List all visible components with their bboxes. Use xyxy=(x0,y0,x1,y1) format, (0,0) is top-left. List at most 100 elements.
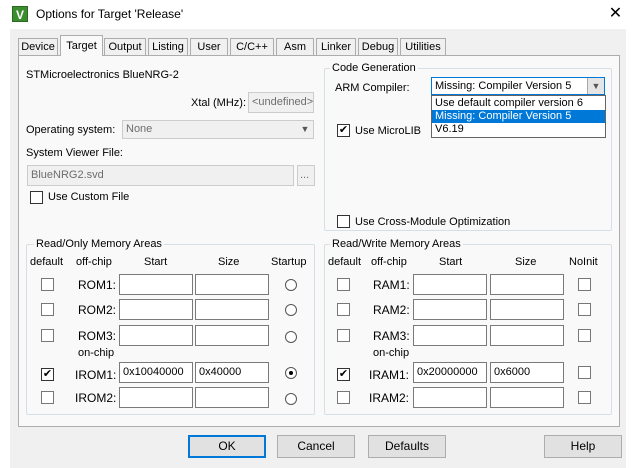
os-select[interactable]: None ▼ xyxy=(122,120,314,139)
ram3-label: RAM3: xyxy=(373,329,410,343)
rom3-size-field[interactable] xyxy=(195,325,269,346)
irom1-startup-radio[interactable] xyxy=(285,367,297,379)
rom-header-size: Size xyxy=(218,256,240,268)
rom3-start-field[interactable] xyxy=(119,325,193,346)
close-icon[interactable]: ✕ xyxy=(596,0,635,29)
defaults-button[interactable]: Defaults xyxy=(368,435,446,458)
ram2-label: RAM2: xyxy=(373,303,410,317)
iram1-default-checkbox[interactable]: ✔ xyxy=(337,368,350,381)
ram-header-default: default xyxy=(328,256,362,268)
ram1-start-field[interactable] xyxy=(413,274,487,295)
ram2-size-field[interactable] xyxy=(490,299,564,320)
dropdown-option-default-v6[interactable]: Use default compiler version 6 xyxy=(432,97,605,110)
rom1-size-field[interactable] xyxy=(195,274,269,295)
tab-target[interactable]: Target xyxy=(60,35,103,56)
background-editor-right xyxy=(626,29,635,468)
cross-module-label: Use Cross-Module Optimization xyxy=(355,216,511,228)
rom2-label: ROM2: xyxy=(78,303,117,317)
irom2-label: IROM2: xyxy=(75,391,117,405)
iram2-size-field[interactable] xyxy=(490,387,564,408)
iram2-start-field[interactable] xyxy=(413,387,487,408)
iram1-size-field[interactable]: 0x6000 xyxy=(490,362,564,383)
arm-compiler-value: Missing: Compiler Version 5 xyxy=(435,80,572,92)
ram2-noinit-checkbox[interactable] xyxy=(578,303,591,316)
irom1-default-checkbox[interactable]: ✔ xyxy=(41,368,54,381)
rom-onchip-label: on-chip xyxy=(78,347,115,359)
ram3-noinit-checkbox[interactable] xyxy=(578,329,591,342)
rom-header-offchip: off-chip xyxy=(76,256,112,268)
tab-output[interactable]: Output xyxy=(104,38,146,55)
rom2-startup-radio[interactable] xyxy=(285,304,297,316)
dropdown-option-missing-v5[interactable]: Missing: Compiler Version 5 xyxy=(432,110,605,123)
irom2-default-checkbox[interactable] xyxy=(41,391,54,404)
tab-device[interactable]: Device xyxy=(18,38,58,55)
cross-module-checkbox[interactable] xyxy=(337,215,350,228)
irom2-start-field[interactable] xyxy=(119,387,193,408)
ram2-start-field[interactable] xyxy=(413,299,487,320)
rom1-startup-radio[interactable] xyxy=(285,279,297,291)
chevron-down-icon: ▼ xyxy=(300,124,310,134)
background-editor-left xyxy=(0,29,10,468)
keil-uvision-icon: V xyxy=(12,6,28,22)
cancel-button[interactable]: Cancel xyxy=(277,435,355,458)
ram-header-start: Start xyxy=(439,256,463,268)
use-microlib-checkbox[interactable]: ✔ xyxy=(337,124,350,137)
use-custom-file-checkbox[interactable] xyxy=(30,191,43,204)
iram1-label: IRAM1: xyxy=(369,368,410,382)
arm-compiler-label: ARM Compiler: xyxy=(335,82,410,94)
ram3-start-field[interactable] xyxy=(413,325,487,346)
window-title: Options for Target 'Release' xyxy=(36,7,184,21)
help-button[interactable]: Help xyxy=(544,435,622,458)
ram-onchip-label: on-chip xyxy=(373,347,410,359)
xtal-label: Xtal (MHz): xyxy=(191,97,246,109)
ram1-noinit-checkbox[interactable] xyxy=(578,278,591,291)
ram3-size-field[interactable] xyxy=(490,325,564,346)
iram1-noinit-checkbox[interactable] xyxy=(578,366,591,379)
xtal-field[interactable]: <undefined> xyxy=(248,92,314,113)
ram2-default-checkbox[interactable] xyxy=(337,303,350,316)
dropdown-option-v6-19[interactable]: V6.19 xyxy=(432,123,605,136)
rom1-default-checkbox[interactable] xyxy=(41,278,54,291)
irom1-label: IROM1: xyxy=(75,368,117,382)
rom-header-start: Start xyxy=(144,256,168,268)
ram1-size-field[interactable] xyxy=(490,274,564,295)
irom2-size-field[interactable] xyxy=(195,387,269,408)
rom3-default-checkbox[interactable] xyxy=(41,329,54,342)
tab-asm[interactable]: Asm xyxy=(276,38,314,55)
rom1-start-field[interactable] xyxy=(119,274,193,295)
irom1-size-field[interactable]: 0x40000 xyxy=(195,362,269,383)
ram-header-noinit: NoInit xyxy=(569,256,598,268)
rom3-startup-radio[interactable] xyxy=(285,331,297,343)
tab-listing[interactable]: Listing xyxy=(148,38,188,55)
rom2-start-field[interactable] xyxy=(119,299,193,320)
rom3-label: ROM3: xyxy=(78,329,117,343)
rom2-size-field[interactable] xyxy=(195,299,269,320)
iram1-start-field[interactable]: 0x20000000 xyxy=(413,362,487,383)
tab-debug[interactable]: Debug xyxy=(358,38,398,55)
code-generation-legend: Code Generation xyxy=(330,62,418,74)
rom2-default-checkbox[interactable] xyxy=(41,303,54,316)
irom2-startup-radio[interactable] xyxy=(285,393,297,405)
svf-label: System Viewer File: xyxy=(26,147,123,159)
ok-button[interactable]: OK xyxy=(188,435,266,458)
use-custom-file-label: Use Custom File xyxy=(48,191,130,203)
iram2-default-checkbox[interactable] xyxy=(337,391,350,404)
use-microlib-label: Use MicroLIB xyxy=(355,125,422,137)
tab-c-cpp[interactable]: C/C++ xyxy=(230,38,274,55)
ram1-default-checkbox[interactable] xyxy=(337,278,350,291)
svf-field[interactable]: BlueNRG2.svd xyxy=(27,165,294,186)
iram2-label: IRAM2: xyxy=(369,391,410,405)
irom1-start-field[interactable]: 0x10040000 xyxy=(119,362,193,383)
tab-utilities[interactable]: Utilities xyxy=(400,38,446,55)
arm-compiler-select[interactable]: Missing: Compiler Version 5 ▼ xyxy=(431,77,605,95)
rom-header-default: default xyxy=(30,256,64,268)
iram2-noinit-checkbox[interactable] xyxy=(578,391,591,404)
arm-compiler-dropdown-list: Use default compiler version 6 Missing: … xyxy=(431,95,606,138)
rom-header-startup: Startup xyxy=(271,256,307,268)
ram3-default-checkbox[interactable] xyxy=(337,329,350,342)
tab-user[interactable]: User xyxy=(190,38,228,55)
os-value: None xyxy=(126,123,153,135)
svf-browse-button[interactable]: ... xyxy=(297,165,315,186)
tab-linker[interactable]: Linker xyxy=(316,38,356,55)
ram-header-size: Size xyxy=(515,256,537,268)
